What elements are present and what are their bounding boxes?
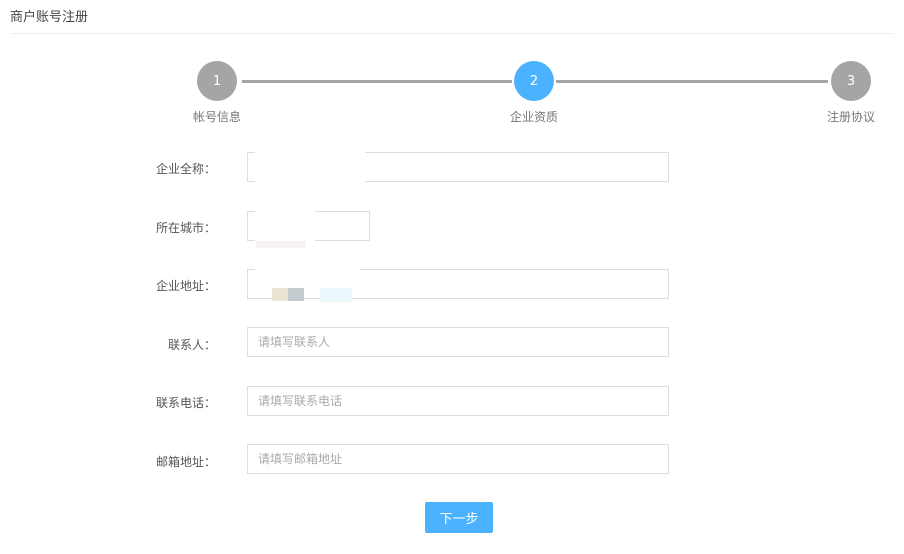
step-3-indicator: 3 <box>831 61 871 101</box>
next-step-button[interactable]: 下一步 <box>425 502 493 533</box>
phone-input[interactable] <box>247 386 669 416</box>
address-label: 企业地址： <box>155 279 216 293</box>
page-title: 商户账号注册 <box>10 10 89 25</box>
divider <box>10 33 894 34</box>
step-1-label: 帐号信息 <box>192 110 242 124</box>
contact-label: 联系人： <box>167 338 216 352</box>
step-3-label: 注册协议 <box>826 110 876 124</box>
contact-input[interactable] <box>247 327 669 357</box>
step-2-indicator: 2 <box>514 61 554 101</box>
company-name-label: 企业全称： <box>155 162 216 176</box>
redaction-mask <box>255 262 360 284</box>
redaction-mask <box>255 208 315 242</box>
redaction-mask <box>288 288 304 301</box>
redaction-mask <box>320 288 352 302</box>
step-2-label: 企业资质 <box>509 110 559 124</box>
redaction-mask <box>272 288 288 301</box>
email-input[interactable] <box>247 444 669 474</box>
redaction-mask <box>255 150 365 184</box>
city-label: 所在城市： <box>155 221 216 235</box>
step-connector <box>242 80 512 83</box>
phone-label: 联系电话： <box>155 396 216 410</box>
redaction-mask <box>256 241 306 248</box>
step-1-indicator: 1 <box>197 61 237 101</box>
step-connector <box>556 80 828 83</box>
email-label: 邮箱地址： <box>155 455 216 469</box>
